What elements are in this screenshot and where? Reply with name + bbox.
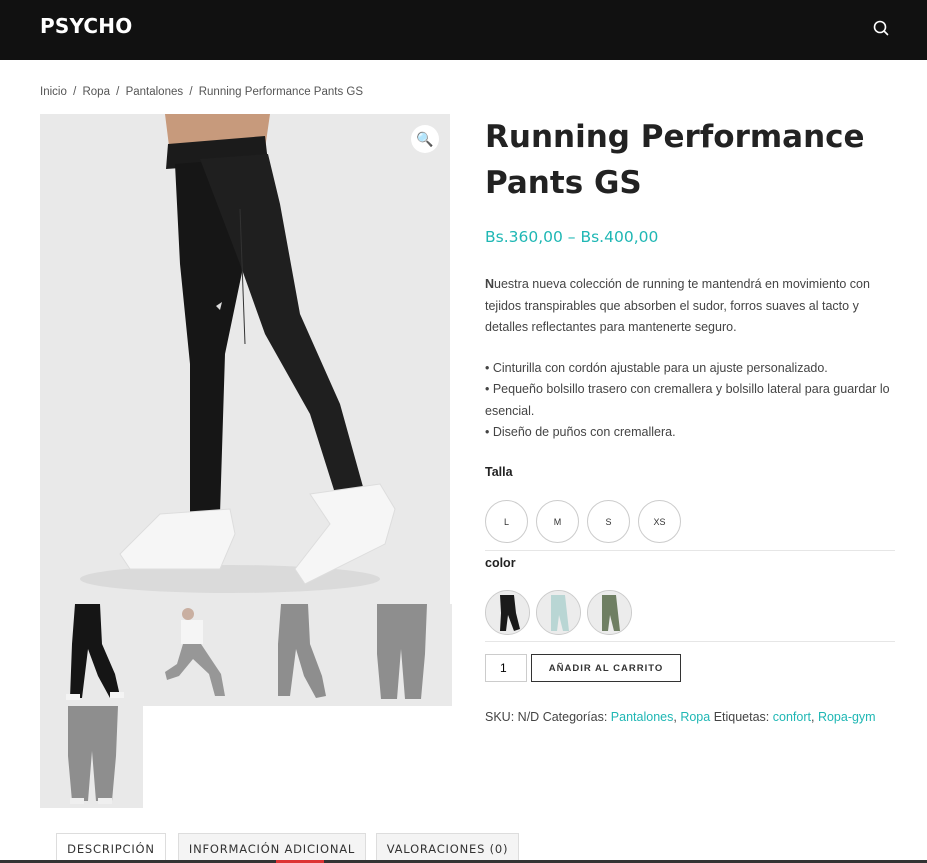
breadcrumb-separator: /: [116, 86, 120, 98]
breadcrumb-separator: /: [189, 86, 193, 98]
category-link[interactable]: Ropa: [680, 710, 710, 724]
size-option-m[interactable]: M: [536, 500, 579, 543]
tag-link[interactable]: Ropa-gym: [818, 710, 876, 724]
quantity-input[interactable]: [485, 654, 527, 682]
sku-label: SKU:: [485, 710, 515, 724]
breadcrumb-pantalones[interactable]: Pantalones: [126, 86, 184, 98]
size-option-xs[interactable]: XS: [638, 500, 681, 543]
tags-label: Etiquetas:: [713, 710, 770, 724]
breadcrumb: Inicio / Ropa / Pantalones / Running Per…: [40, 86, 363, 98]
tag-link[interactable]: confort: [773, 710, 811, 724]
site-header: PSYCHO: [0, 0, 927, 60]
thumbnail[interactable]: [246, 604, 349, 706]
search-icon[interactable]: [870, 17, 892, 39]
product-price: Bs.360,00 – Bs.400,00: [485, 228, 659, 246]
size-option-l[interactable]: L: [485, 500, 528, 543]
breadcrumb-ropa[interactable]: Ropa: [82, 86, 110, 98]
description-lead-letter: N: [485, 277, 495, 291]
category-link[interactable]: Pantalones: [611, 710, 674, 724]
product-title: Running Performance Pants GS: [485, 119, 865, 201]
sku-value: N/D: [517, 710, 540, 724]
size-label: Talla: [485, 465, 513, 479]
color-swatch-lightblue[interactable]: [536, 590, 581, 635]
site-logo[interactable]: PSYCHO: [40, 14, 132, 38]
add-to-cart-button[interactable]: AÑADIR AL CARRITO: [531, 654, 681, 682]
product-meta: SKU: N/D Categorías: Pantalones, Ropa Et…: [485, 710, 876, 724]
description-intro: Nuestra nueva colección de running te ma…: [485, 274, 895, 339]
description-bullet: • Cinturilla con cordón ajustable para u…: [485, 360, 828, 375]
breadcrumb-home[interactable]: Inicio: [40, 86, 67, 98]
size-option-s[interactable]: S: [587, 500, 630, 543]
color-swatch-green[interactable]: [587, 590, 632, 635]
thumbnail[interactable]: [40, 706, 143, 808]
zoom-icon[interactable]: 🔍: [411, 125, 439, 153]
thumbnail[interactable]: [143, 604, 246, 706]
categories-label: Categorías:: [542, 710, 608, 724]
product-main-image[interactable]: [40, 114, 450, 604]
color-label: color: [485, 556, 516, 570]
tab-informacion-adicional[interactable]: INFORMACIÓN ADICIONAL: [178, 833, 366, 863]
description-intro-text: uestra nueva colección de running te man…: [485, 277, 870, 334]
divider: [485, 550, 895, 551]
color-swatch-black[interactable]: [485, 590, 530, 635]
breadcrumb-separator: /: [73, 86, 77, 98]
tab-valoraciones[interactable]: VALORACIONES (0): [376, 833, 519, 863]
thumbnail[interactable]: [40, 604, 143, 706]
divider: [485, 641, 895, 642]
product-description: Nuestra nueva colección de running te ma…: [485, 274, 895, 444]
description-bullet: • Diseño de puños con cremallera.: [485, 425, 676, 439]
thumbnail[interactable]: [349, 604, 452, 706]
description-bullet: • Pequeño bolsillo trasero con cremaller…: [485, 382, 890, 418]
breadcrumb-current: Running Performance Pants GS: [198, 86, 364, 98]
tab-descripcion[interactable]: DESCRIPCIÓN: [56, 833, 166, 863]
